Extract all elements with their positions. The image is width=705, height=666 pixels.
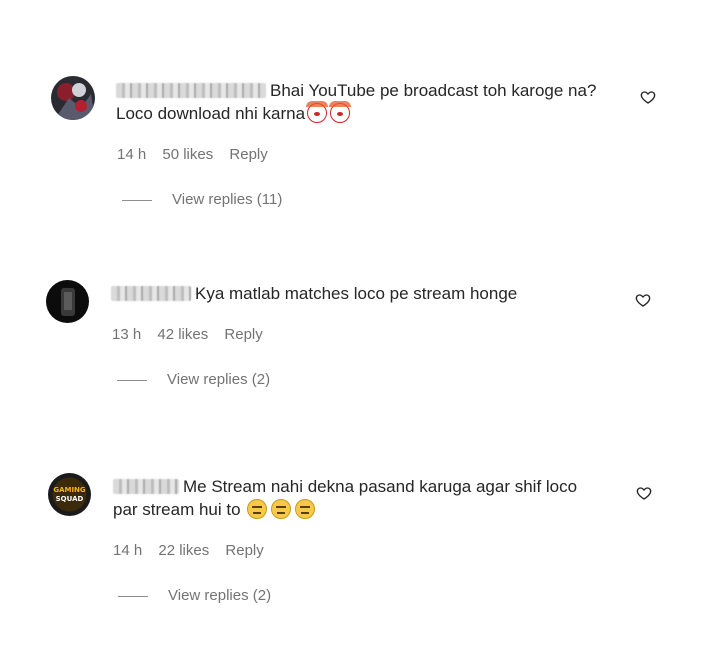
neutral-face-emoji-icon [295, 499, 316, 519]
view-replies[interactable]: View replies (2) [118, 587, 271, 604]
avatar[interactable] [51, 76, 95, 120]
comment-text: Kya matlab matches loco pe stream honge [111, 282, 517, 305]
avatar[interactable] [46, 280, 89, 323]
reply-button[interactable]: Reply [224, 326, 262, 343]
like-count[interactable]: 42 likes [157, 326, 208, 343]
clown-emoji-icon [329, 101, 352, 123]
timestamp: 14 h [117, 146, 147, 163]
heart-icon[interactable] [640, 89, 656, 105]
reply-button[interactable]: Reply [229, 146, 267, 163]
view-replies[interactable]: View replies (11) [122, 191, 282, 208]
comment-meta: 14 h 50 likes Reply [117, 146, 280, 163]
comment-text: Bhai YouTube pe broadcast toh karoge na?… [116, 81, 597, 123]
reply-button[interactable]: Reply [225, 542, 263, 559]
avatar-logo-text: GAMING [53, 486, 86, 494]
timestamp: 14 h [113, 542, 143, 559]
blurred-username [111, 286, 191, 301]
comment-meta: 14 h 22 likes Reply [113, 542, 276, 559]
neutral-face-emoji-icon [271, 499, 292, 519]
heart-icon[interactable] [636, 485, 652, 501]
neutral-face-emoji-icon [247, 499, 268, 519]
blurred-username [116, 83, 266, 98]
view-replies[interactable]: View replies (2) [117, 371, 270, 388]
timestamp: 13 h [112, 326, 142, 343]
divider [118, 595, 148, 597]
comment-meta: 13 h 42 likes Reply [112, 326, 275, 343]
svg-text:SQUAD: SQUAD [56, 495, 84, 503]
divider [117, 379, 147, 381]
blurred-username [113, 479, 179, 494]
like-count[interactable]: 22 likes [158, 542, 209, 559]
avatar[interactable]: GAMING SQUAD [48, 473, 91, 516]
like-count[interactable]: 50 likes [162, 146, 213, 163]
comment-text: Me Stream nahi dekna pasand karuga agar … [113, 477, 578, 519]
divider [122, 199, 152, 201]
clown-emoji-icon [306, 101, 329, 123]
heart-icon[interactable] [635, 292, 651, 308]
